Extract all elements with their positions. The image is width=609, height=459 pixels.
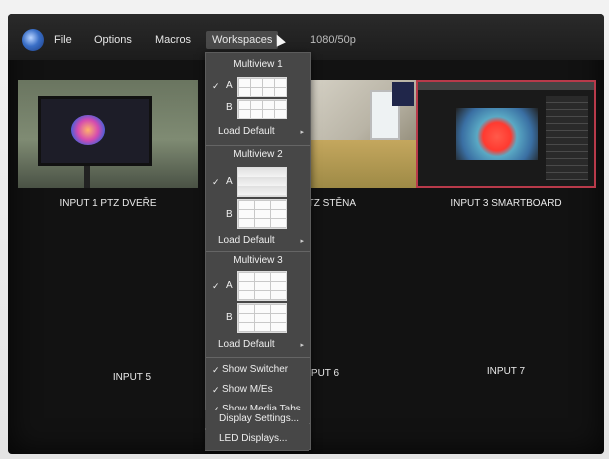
input-2-thumbnail[interactable] [300, 80, 416, 188]
atem-software-window: File Options Macros Workspaces 1080/50p … [8, 14, 604, 454]
led-displays-item[interactable]: LED Displays... [205, 430, 309, 451]
input-1-label: INPUT 1 PTZ DVEŘE [59, 198, 157, 209]
slot-a-label: A [226, 280, 233, 291]
submenu-arrow-icon: ▸ [300, 129, 304, 136]
menu-macros[interactable]: Macros [155, 34, 191, 46]
load-default-label: Load Default [218, 235, 275, 246]
input-3-thumbnail[interactable] [416, 80, 596, 188]
app-logo-icon [22, 29, 44, 51]
layout-grid-icon [237, 77, 287, 97]
multiview-2-heading: Multiview 2 [233, 149, 283, 160]
check-icon: ✓ [212, 281, 220, 291]
submenu-arrow-icon: ▸ [300, 342, 304, 349]
display-settings-item[interactable]: Display Settings... [205, 410, 309, 428]
input-3-label: INPUT 3 SMARTBOARD [450, 198, 562, 209]
layout-grid-icon [237, 199, 287, 229]
menu-separator [206, 357, 310, 358]
menu-separator [206, 251, 310, 252]
multiview-1-load-default[interactable]: Load Default ▸ [206, 123, 310, 141]
slot-b-label: B [226, 102, 233, 113]
multiview-1-heading: Multiview 1 [233, 59, 283, 70]
multiview-2-option-b[interactable]: B [206, 199, 310, 229]
smartboard-content-image [456, 108, 538, 160]
multiview-1-option-b[interactable]: B [206, 99, 310, 119]
layout-grid-icon [237, 99, 287, 119]
show-mes-item[interactable]: ✓ Show M/Es [206, 383, 310, 401]
room-floor-image [300, 140, 416, 188]
smartboard-sidebar-image [546, 96, 588, 180]
show-switcher-label: Show Switcher [222, 364, 289, 375]
menu-separator [206, 145, 310, 146]
multiview-3-load-default[interactable]: Load Default ▸ [206, 335, 310, 353]
multiview-2-load-default[interactable]: Load Default ▸ [206, 233, 310, 251]
slot-a-label: A [226, 176, 233, 187]
check-icon: ✓ [212, 385, 220, 395]
multiview-2-option-a[interactable]: ✓ A [206, 167, 310, 197]
layout-grid-icon [237, 167, 287, 197]
check-icon: ✓ [212, 365, 220, 375]
load-default-label: Load Default [218, 126, 275, 137]
multiview-3-option-b[interactable]: B [206, 303, 310, 333]
show-switcher-item[interactable]: ✓ Show Switcher [206, 363, 310, 381]
menu-file[interactable]: File [54, 34, 72, 46]
workspaces-dropdown-menu: Multiview 1 ✓ A B Load Default ▸ Multivi… [205, 52, 311, 450]
check-icon: ✓ [212, 81, 220, 91]
check-icon: ✓ [212, 177, 220, 187]
menu-options[interactable]: Options [94, 34, 132, 46]
layout-grid-icon [237, 303, 287, 333]
room-monitor-image [392, 82, 414, 106]
layout-grid-icon [237, 271, 287, 301]
slot-b-label: B [226, 209, 233, 220]
load-default-label: Load Default [218, 339, 275, 350]
input-1-thumbnail[interactable] [18, 80, 198, 188]
display-settings-label: Display Settings... [219, 413, 300, 424]
slot-a-label: A [226, 80, 233, 91]
multiview-3-heading: Multiview 3 [233, 255, 283, 266]
slot-b-label: B [226, 312, 233, 323]
tv-screen-image [38, 96, 152, 166]
led-displays-label: LED Displays... [219, 433, 288, 444]
multiview-1-option-a[interactable]: ✓ A [206, 77, 310, 97]
submenu-arrow-icon: ▸ [300, 238, 304, 245]
multiview-3-option-a[interactable]: ✓ A [206, 271, 310, 301]
input-5-label: INPUT 5 [112, 372, 152, 383]
input-7-label: INPUT 7 [486, 366, 526, 377]
video-format-label: 1080/50p [310, 34, 356, 46]
menu-workspaces[interactable]: Workspaces [206, 31, 279, 49]
show-mes-label: Show M/Es [222, 384, 273, 395]
tv-stand-image [84, 166, 90, 188]
smartboard-toolbar-image [418, 82, 594, 90]
